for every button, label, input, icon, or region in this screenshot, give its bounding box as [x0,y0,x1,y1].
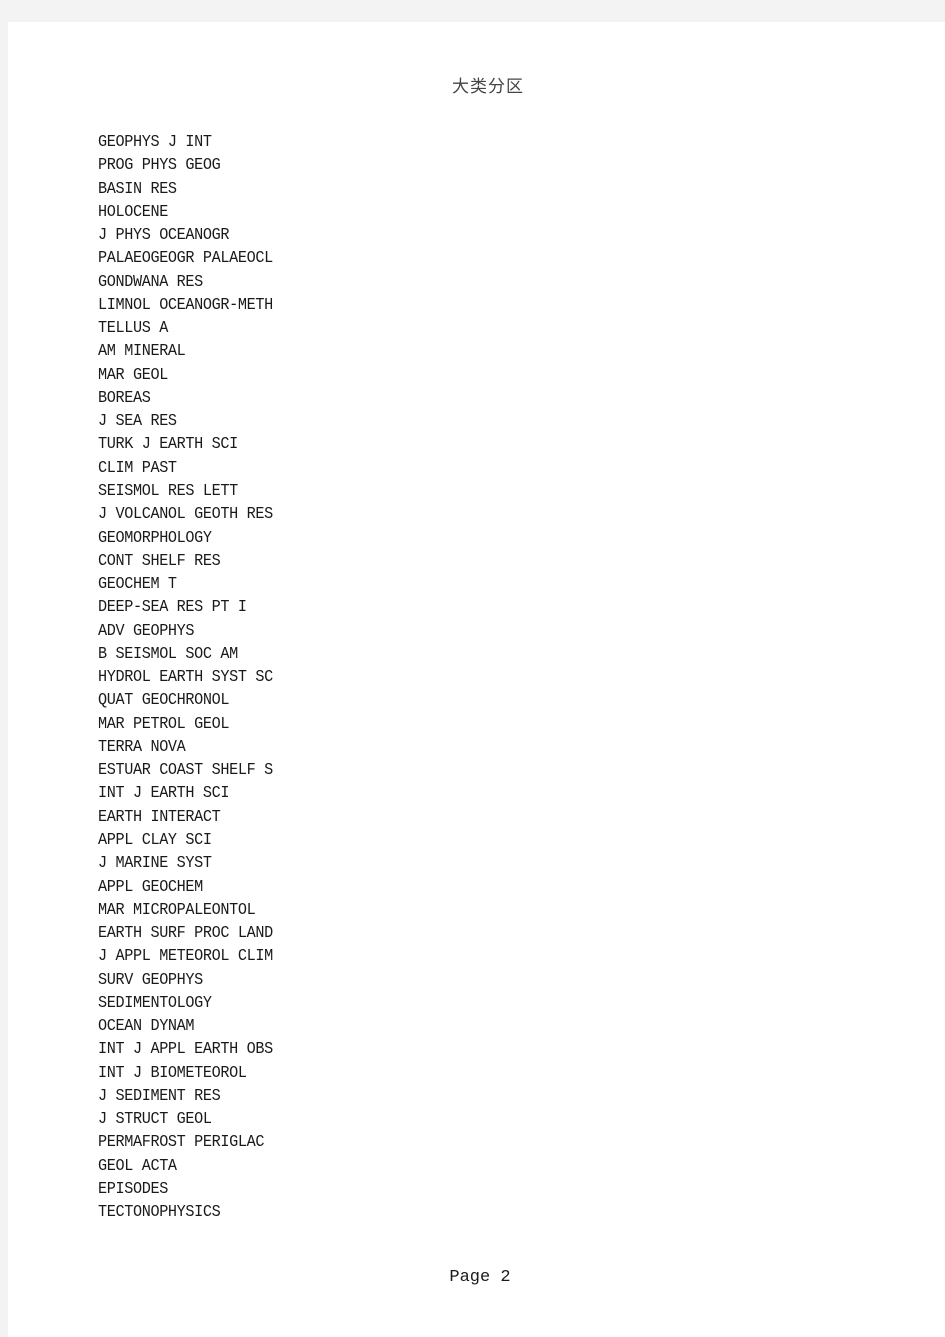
journal-list-item: MAR MICROPALEONTOL [98,899,256,919]
journal-list-item: DEEP-SEA RES PT I [98,597,247,617]
journal-list-item: BASIN RES [98,178,177,198]
journal-list-item: INT J APPL EARTH OBS [98,1039,273,1059]
document-page: 大类分区 GEOPHYS J INT PROG PHYS GEOG BASIN RE… [8,22,945,1337]
journal-list-item: SEDIMENTOLOGY [98,992,212,1012]
journal-list-item: INT J BIOMETEOROL [98,1062,247,1082]
journal-list-item: J SEDIMENT RES [98,1085,221,1105]
journal-list-item: TELLUS A [98,318,168,338]
journal-list-item: SEISMOL RES LETT [98,480,238,500]
journal-list-item: GEOL ACTA [98,1155,177,1175]
journal-list-item: HOLOCENE [98,201,168,221]
journal-list-item: GONDWANA RES [98,271,203,291]
journal-list-item: ESTUAR COAST SHELF S [98,760,273,780]
journal-list-item: CONT SHELF RES [98,550,221,570]
journal-list-item: APPL GEOCHEM [98,876,203,896]
journal-list-item: TERRA NOVA [98,736,186,756]
journal-list-item: MAR GEOL [98,364,168,384]
journal-list-item: EPISODES [98,1178,168,1198]
journal-list-item: ADV GEOPHYS [98,620,195,640]
journal-list-item: LIMNOL OCEANOGR-METH [98,294,273,314]
journal-list-item: CLIM PAST [98,457,177,477]
journal-list-item: SURV GEOPHYS [98,969,203,989]
journal-list-item: EARTH SURF PROC LAND [98,923,273,943]
journal-list-item: J STRUCT GEOL [98,1109,212,1129]
journal-list-item: HYDROL EARTH SYST SC [98,667,273,687]
journal-list-item: PROG PHYS GEOG [98,155,221,175]
journal-list-item: INT J EARTH SCI [98,783,230,803]
journal-list-item: EARTH INTERACT [98,806,221,826]
journal-list-item: J VOLCANOL GEOTH RES [98,504,273,524]
journal-list-item: J SEA RES [98,411,177,431]
journal-list-item: MAR PETROL GEOL [98,713,230,733]
journal-list-item: PALAEOGEOGR PALAEOCL [98,248,273,268]
page-number-footer: Page 2 [449,1268,511,1287]
journal-list-item: GEOCHEM T [98,574,177,594]
journal-list: GEOPHYS J INT PROG PHYS GEOG BASIN RES HOLO… [98,130,288,1223]
journal-list-item: OCEAN DYNAM [98,1016,195,1036]
journal-list-item: PERMAFROST PERIGLAC [98,1132,265,1152]
journal-list-item: J MARINE SYST [98,853,212,873]
journal-list-item: B SEISMOL SOC AM [98,643,238,663]
journal-list-item: AM MINERAL [98,341,186,361]
journal-list-item: TECTONOPHYSICS [98,1202,221,1222]
page-header-title: 大类分区 [452,77,524,97]
journal-list-item: BOREAS [98,387,151,407]
journal-list-item: J APPL METEOROL CLIM [98,946,273,966]
journal-list-item: GEOMORPHOLOGY [98,527,212,547]
journal-list-item: J PHYS OCEANOGR [98,225,230,245]
journal-list-item: APPL CLAY SCI [98,829,212,849]
journal-list-item: GEOPHYS J INT [98,132,212,151]
journal-list-item: QUAT GEOCHRONOL [98,690,230,710]
journal-list-item: TURK J EARTH SCI [98,434,238,454]
